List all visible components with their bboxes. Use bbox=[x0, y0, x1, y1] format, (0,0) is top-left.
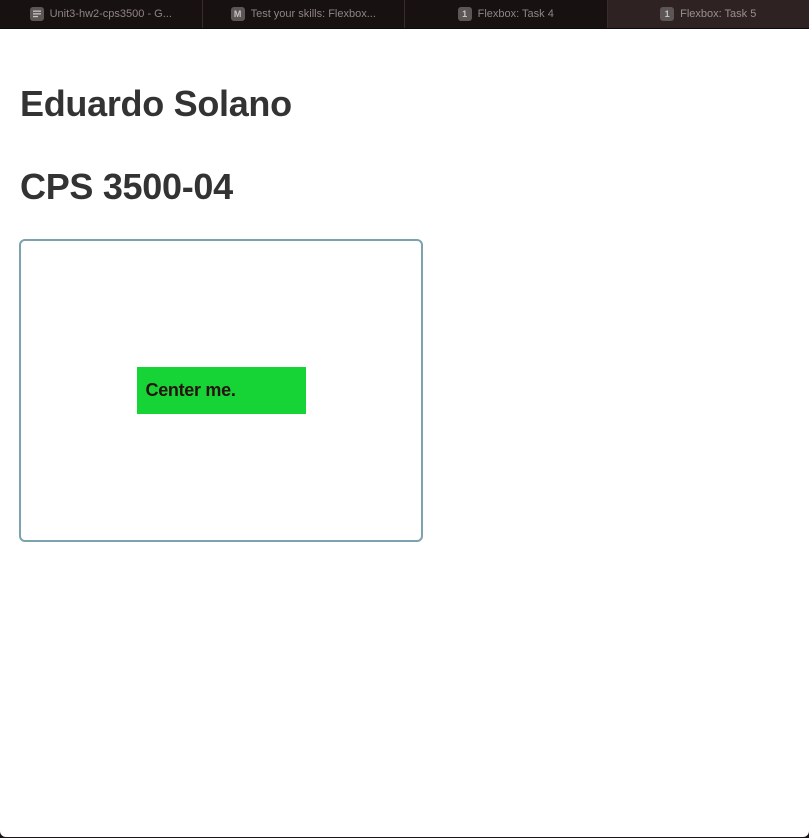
page-content: Eduardo Solano CPS 3500-04 Center me. bbox=[0, 29, 809, 837]
tab-flexbox-task-5[interactable]: 1 Flexbox: Task 5 bbox=[607, 0, 809, 28]
tab-label: Test your skills: Flexbox... bbox=[250, 8, 376, 20]
browser-tab-bar: Unit3-hw2-cps3500 - G... M Test your ski… bbox=[0, 0, 809, 29]
tab-test-your-skills[interactable]: M Test your skills: Flexbox... bbox=[203, 0, 405, 28]
flex-container: Center me. bbox=[19, 239, 423, 542]
tab-unit3-hw2[interactable]: Unit3-hw2-cps3500 - G... bbox=[0, 0, 203, 28]
mdn-m-icon: M bbox=[230, 7, 245, 21]
number-one-icon: 1 bbox=[457, 7, 472, 21]
tab-label: Unit3-hw2-cps3500 - G... bbox=[49, 8, 172, 20]
tab-label: Flexbox: Task 4 bbox=[477, 8, 554, 20]
name-heading: Eduardo Solano bbox=[20, 83, 292, 124]
tab-label: Flexbox: Task 5 bbox=[680, 8, 757, 20]
center-me-box: Center me. bbox=[136, 367, 306, 414]
tab-flexbox-task-4[interactable]: 1 Flexbox: Task 4 bbox=[405, 0, 608, 28]
document-icon bbox=[29, 7, 44, 21]
course-heading: CPS 3500-04 bbox=[20, 166, 233, 207]
number-one-icon: 1 bbox=[660, 7, 675, 21]
